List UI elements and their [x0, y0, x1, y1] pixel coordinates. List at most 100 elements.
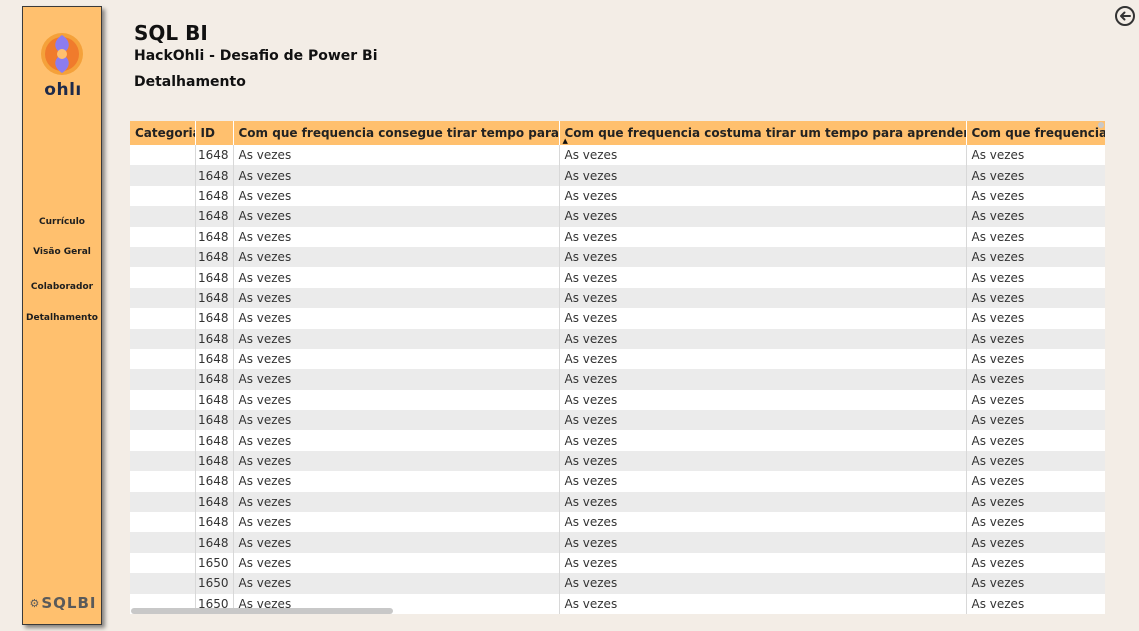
column-header-id[interactable]: ID: [195, 121, 234, 145]
ohli-logo-icon: [41, 33, 83, 75]
table-cell: [130, 450, 196, 472]
table-row[interactable]: 1648 As vezes As vezes As vezes: [130, 410, 1105, 431]
table-row[interactable]: 1648 As vezes As vezes As vezes: [130, 491, 1105, 513]
table-row[interactable]: 1648 As vezes As vezes As vezes: [130, 348, 1105, 370]
nav-colaborador[interactable]: Colaborador: [23, 282, 101, 292]
table-cell: As vezes: [559, 287, 967, 309]
back-arrow-icon[interactable]: [1114, 5, 1136, 27]
table-cell: 1648: [195, 165, 234, 186]
table-header-row: Categoria ID Com que frequencia consegue…: [130, 121, 1105, 145]
table-cell: 1648: [195, 430, 234, 451]
page-title: SQL BI: [134, 21, 208, 45]
section-title: Detalhamento: [134, 74, 246, 90]
table-cell: As vezes: [559, 226, 967, 247]
table-row[interactable]: 1648 As vezes As vezes As vezes: [130, 246, 1105, 268]
table-cell: As vezes: [233, 226, 560, 247]
table-cell: As vezes: [233, 267, 560, 288]
column-header-aprender[interactable]: Com que frequencia costuma tirar um temp…: [559, 121, 967, 145]
table-cell: [130, 308, 196, 329]
table-cell: [130, 552, 196, 574]
table-cell: 1648: [195, 308, 234, 329]
column-header-aprender-label: Com que frequencia costuma tirar um temp…: [564, 126, 966, 140]
table-cell: 1648: [195, 328, 234, 349]
table-row[interactable]: 1648 As vezes As vezes As vezes: [130, 512, 1105, 533]
column-header-categoria[interactable]: Categoria: [130, 121, 196, 145]
table-cell: 1648: [195, 532, 234, 553]
table-cell: [130, 389, 196, 411]
column-header-truncated[interactable]: Com que frequencia vo: [966, 121, 1105, 145]
table-cell: As vezes: [559, 491, 967, 513]
table-cell: 1648: [195, 206, 234, 227]
table-cell: [130, 165, 196, 186]
table-cell: As vezes: [966, 471, 1105, 492]
table-cell: [130, 328, 196, 349]
table-cell: As vezes: [233, 328, 560, 349]
table-cell: As vezes: [233, 450, 560, 472]
table-cell: As vezes: [966, 450, 1105, 472]
table-cell: As vezes: [233, 491, 560, 513]
column-header-hobbies[interactable]: Com que frequencia consegue tirar tempo …: [233, 121, 560, 145]
nav-detalhamento[interactable]: Detalhamento: [23, 313, 101, 323]
data-table-container[interactable]: Categoria ID Com que frequencia consegue…: [130, 121, 1105, 614]
table-cell: As vezes: [966, 532, 1105, 553]
table-cell: 1648: [195, 389, 234, 411]
table-cell: As vezes: [233, 206, 560, 227]
table-cell: 1648: [195, 287, 234, 309]
brand-text: SQLBI: [41, 594, 97, 612]
table-row[interactable]: 1648 As vezes As vezes As vezes: [130, 308, 1105, 329]
table-cell: As vezes: [559, 328, 967, 349]
table-row[interactable]: 1648 As vezes As vezes As vezes: [130, 430, 1105, 451]
table-row[interactable]: 1648 As vezes As vezes As vezes: [130, 450, 1105, 472]
table-cell: [130, 348, 196, 370]
vertical-scrollbar[interactable]: [1098, 122, 1104, 128]
table-cell: 1648: [195, 410, 234, 431]
table-cell: 1648: [195, 491, 234, 513]
table-cell: As vezes: [233, 369, 560, 390]
table-cell: As vezes: [233, 287, 560, 309]
table-row[interactable]: 1648 As vezes As vezes As vezes: [130, 287, 1105, 309]
table-cell: As vezes: [233, 389, 560, 411]
table-cell: As vezes: [966, 165, 1105, 186]
table-cell: As vezes: [233, 410, 560, 431]
table-cell: As vezes: [966, 226, 1105, 247]
table-row[interactable]: 1648 As vezes As vezes As vezes: [130, 165, 1105, 186]
table-cell: As vezes: [559, 512, 967, 533]
table-cell: [130, 532, 196, 553]
table-cell: As vezes: [966, 348, 1105, 370]
nav-visao-geral[interactable]: Visão Geral: [23, 247, 101, 257]
table-cell: As vezes: [559, 185, 967, 207]
logo-text: ohlı: [44, 80, 82, 100]
table-row[interactable]: 1648 As vezes As vezes As vezes: [130, 226, 1105, 247]
table-row[interactable]: 1648 As vezes As vezes As vezes: [130, 145, 1105, 166]
table-cell: As vezes: [559, 573, 967, 594]
table-cell: As vezes: [966, 308, 1105, 329]
table-row[interactable]: 1650 As vezes As vezes As vezes: [130, 552, 1105, 574]
nav-curriculo[interactable]: Currículo: [23, 217, 101, 227]
table-cell: [130, 491, 196, 513]
table-cell: As vezes: [559, 246, 967, 268]
data-table: Categoria ID Com que frequencia consegue…: [130, 121, 1105, 614]
table-row[interactable]: 1648 As vezes As vezes As vezes: [130, 328, 1105, 349]
table-cell: 1648: [195, 267, 234, 288]
horizontal-scrollbar[interactable]: [131, 608, 393, 614]
table-row[interactable]: 1648 As vezes As vezes As vezes: [130, 206, 1105, 227]
table-cell: As vezes: [559, 552, 967, 574]
table-row[interactable]: 1648 As vezes As vezes As vezes: [130, 369, 1105, 390]
table-row[interactable]: 1648 As vezes As vezes As vezes: [130, 389, 1105, 411]
table-row[interactable]: 1648 As vezes As vezes As vezes: [130, 185, 1105, 207]
table-cell: As vezes: [233, 512, 560, 533]
sidebar: ohlı Currículo Visão Geral Colaborador D…: [22, 6, 102, 625]
table-cell: [130, 512, 196, 533]
table-row[interactable]: 1648 As vezes As vezes As vezes: [130, 471, 1105, 492]
table-row[interactable]: 1650 As vezes As vezes As vezes: [130, 573, 1105, 594]
table-row[interactable]: 1648 As vezes As vezes As vezes: [130, 532, 1105, 553]
table-cell: As vezes: [966, 369, 1105, 390]
table-row[interactable]: 1648 As vezes As vezes As vezes: [130, 267, 1105, 288]
table-cell: As vezes: [559, 450, 967, 472]
table-cell: As vezes: [559, 206, 967, 227]
database-icon: ⚙: [29, 596, 40, 610]
sort-ascending-icon: ▲: [562, 137, 568, 145]
table-cell: [130, 267, 196, 288]
table-cell: As vezes: [966, 328, 1105, 349]
table-cell: As vezes: [559, 369, 967, 390]
